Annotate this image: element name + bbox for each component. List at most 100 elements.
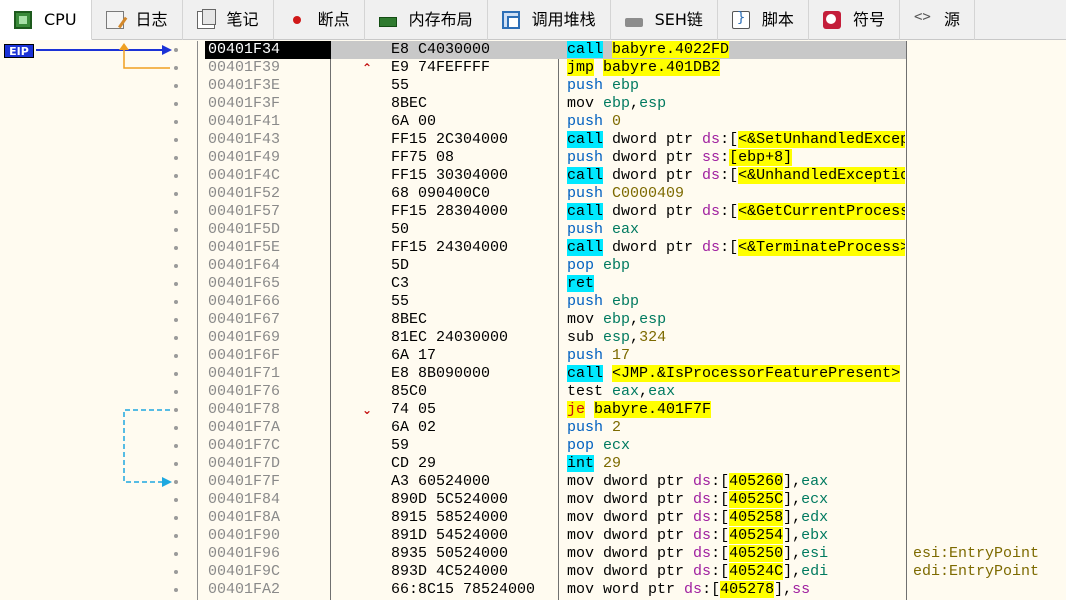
breakpoint-dot-icon[interactable]	[174, 588, 178, 592]
address-cell[interactable]: 00401F96	[205, 545, 331, 563]
disasm-row[interactable]: 00401F64 5D pop ebp	[0, 257, 1066, 275]
breakpoint-dot-icon[interactable]	[174, 156, 178, 160]
disasm-row[interactable]: 00401F8A 8915 58524000 mov dword ptr ds:[4…	[0, 509, 1066, 527]
tab-log[interactable]: 日志	[92, 0, 183, 40]
tab-breakpoint[interactable]: 断点	[274, 0, 365, 40]
disasm-row[interactable]: 00401F96 8935 50524000 mov dword ptr ds:[4…	[0, 545, 1066, 563]
tab-memory-map[interactable]: 内存布局	[365, 0, 488, 40]
instruction-cell[interactable]: push C0000409	[567, 185, 905, 203]
instruction-cell[interactable]: push dword ptr ss:[ebp+8]	[567, 149, 905, 167]
disasm-row[interactable]: 00401F3E 55 push ebp	[0, 77, 1066, 95]
instruction-cell[interactable]: ret	[567, 275, 905, 293]
tab-call-stack[interactable]: 调用堆栈	[488, 0, 611, 40]
tab-cpu[interactable]: CPU	[0, 0, 92, 40]
disasm-row[interactable]: 00401F69 81EC 24030000 sub esp,324	[0, 329, 1066, 347]
breakpoint-dot-icon[interactable]	[174, 426, 178, 430]
breakpoint-dot-icon[interactable]	[174, 84, 178, 88]
instruction-cell[interactable]: call <JMP.&IsProcessorFeaturePresent>	[567, 365, 905, 383]
breakpoint-dot-icon[interactable]	[174, 120, 178, 124]
disasm-row[interactable]: 00401F39 ⌃ E9 74FEFFFF jmp babyre.401DB2	[0, 59, 1066, 77]
instruction-cell[interactable]: push 0	[567, 113, 905, 131]
address-cell[interactable]: 00401F49	[205, 149, 331, 167]
disasm-row[interactable]: 00401F6F 6A 17 push 17	[0, 347, 1066, 365]
address-cell[interactable]: 00401F9C	[205, 563, 331, 581]
breakpoint-dot-icon[interactable]	[174, 498, 178, 502]
instruction-cell[interactable]: mov dword ptr ds:[405250],esi	[567, 545, 905, 563]
instruction-cell[interactable]: call dword ptr ds:[<&GetCurrentProcess>	[567, 203, 905, 221]
address-cell[interactable]: 00401F76	[205, 383, 331, 401]
instruction-cell[interactable]: test eax,eax	[567, 383, 905, 401]
instruction-cell[interactable]: mov dword ptr ds:[40524C],edi	[567, 563, 905, 581]
breakpoint-dot-icon[interactable]	[174, 318, 178, 322]
address-cell[interactable]: 00401F43	[205, 131, 331, 149]
instruction-cell[interactable]: call dword ptr ds:[<&TerminateProcess>	[567, 239, 905, 257]
breakpoint-dot-icon[interactable]	[174, 354, 178, 358]
breakpoint-dot-icon[interactable]	[174, 138, 178, 142]
address-cell[interactable]: 00401F69	[205, 329, 331, 347]
disasm-row[interactable]: 00401F5E FF15 24304000 call dword ptr ds:[…	[0, 239, 1066, 257]
disasm-row[interactable]: 00401F41 6A 00 push 0	[0, 113, 1066, 131]
instruction-cell[interactable]: push ebp	[567, 77, 905, 95]
breakpoint-dot-icon[interactable]	[174, 282, 178, 286]
breakpoint-dot-icon[interactable]	[174, 444, 178, 448]
address-cell[interactable]: 00401F3F	[205, 95, 331, 113]
instruction-cell[interactable]: pop ecx	[567, 437, 905, 455]
instruction-cell[interactable]: int 29	[567, 455, 905, 473]
instruction-cell[interactable]: mov ebp,esp	[567, 311, 905, 329]
disasm-row[interactable]: 00401F4C FF15 30304000 call dword ptr ds:[…	[0, 167, 1066, 185]
breakpoint-dot-icon[interactable]	[174, 228, 178, 232]
address-cell[interactable]: 00401F34	[205, 41, 331, 59]
address-cell[interactable]: 00401F57	[205, 203, 331, 221]
instruction-cell[interactable]: mov ebp,esp	[567, 95, 905, 113]
tab-seh-chain[interactable]: SEH链	[611, 0, 718, 40]
address-cell[interactable]: 00401F4C	[205, 167, 331, 185]
address-cell[interactable]: 00401F7C	[205, 437, 331, 455]
address-cell[interactable]: 00401F7D	[205, 455, 331, 473]
disasm-row[interactable]: 00401F52 68 090400C0 push C0000409	[0, 185, 1066, 203]
address-cell[interactable]: 00401F7A	[205, 419, 331, 437]
breakpoint-dot-icon[interactable]	[174, 390, 178, 394]
address-cell[interactable]: 00401F5E	[205, 239, 331, 257]
breakpoint-dot-icon[interactable]	[174, 102, 178, 106]
instruction-cell[interactable]: mov dword ptr ds:[405258],edx	[567, 509, 905, 527]
tab-symbols[interactable]: 符号	[809, 0, 900, 40]
breakpoint-dot-icon[interactable]	[174, 408, 178, 412]
tab-source[interactable]: 源	[900, 0, 975, 40]
disassembly-view[interactable]: 00401F34 E8 C4030000 call babyre.4022FD 004…	[0, 41, 1066, 600]
address-cell[interactable]: 00401F7F	[205, 473, 331, 491]
address-cell[interactable]: 00401F64	[205, 257, 331, 275]
disasm-row[interactable]: 00401F34 E8 C4030000 call babyre.4022FD	[0, 41, 1066, 59]
instruction-cell[interactable]: call babyre.4022FD	[567, 41, 905, 59]
breakpoint-dot-icon[interactable]	[174, 66, 178, 70]
disasm-row[interactable]: 00401F71 E8 8B090000 call <JMP.&IsProcesso…	[0, 365, 1066, 383]
breakpoint-dot-icon[interactable]	[174, 174, 178, 178]
address-cell[interactable]: 00401F78	[205, 401, 331, 419]
breakpoint-dot-icon[interactable]	[174, 480, 178, 484]
address-cell[interactable]: 00401F84	[205, 491, 331, 509]
address-cell[interactable]: 00401F39	[205, 59, 331, 77]
disasm-row[interactable]: 00401F66 55 push ebp	[0, 293, 1066, 311]
breakpoint-dot-icon[interactable]	[174, 48, 178, 52]
address-cell[interactable]: 00401F67	[205, 311, 331, 329]
disasm-row[interactable]: 00401F7F A3 60524000 mov dword ptr ds:[405…	[0, 473, 1066, 491]
disasm-row[interactable]: 00401F7A 6A 02 push 2	[0, 419, 1066, 437]
address-cell[interactable]: 00401F3E	[205, 77, 331, 95]
address-cell[interactable]: 00401F8A	[205, 509, 331, 527]
instruction-cell[interactable]: je babyre.401F7F	[567, 401, 905, 419]
disasm-row[interactable]: 00401F65 C3 ret	[0, 275, 1066, 293]
breakpoint-dot-icon[interactable]	[174, 300, 178, 304]
disasm-row[interactable]: 00401F5D 50 push eax	[0, 221, 1066, 239]
breakpoint-dot-icon[interactable]	[174, 210, 178, 214]
breakpoint-dot-icon[interactable]	[174, 372, 178, 376]
disasm-row[interactable]: 00401F67 8BEC mov ebp,esp	[0, 311, 1066, 329]
instruction-cell[interactable]: pop ebp	[567, 257, 905, 275]
disasm-row[interactable]: 00401F3F 8BEC mov ebp,esp	[0, 95, 1066, 113]
instruction-cell[interactable]: call dword ptr ds:[<&SetUnhandledExcepti…	[567, 131, 905, 149]
breakpoint-dot-icon[interactable]	[174, 516, 178, 520]
address-cell[interactable]: 00401F65	[205, 275, 331, 293]
breakpoint-dot-icon[interactable]	[174, 534, 178, 538]
disasm-row[interactable]: 00401FA2 66:8C15 78524000 mov word ptr ds:…	[0, 581, 1066, 599]
breakpoint-dot-icon[interactable]	[174, 336, 178, 340]
breakpoint-dot-icon[interactable]	[174, 246, 178, 250]
disasm-row[interactable]: 00401F90 891D 54524000 mov dword ptr ds:[4…	[0, 527, 1066, 545]
